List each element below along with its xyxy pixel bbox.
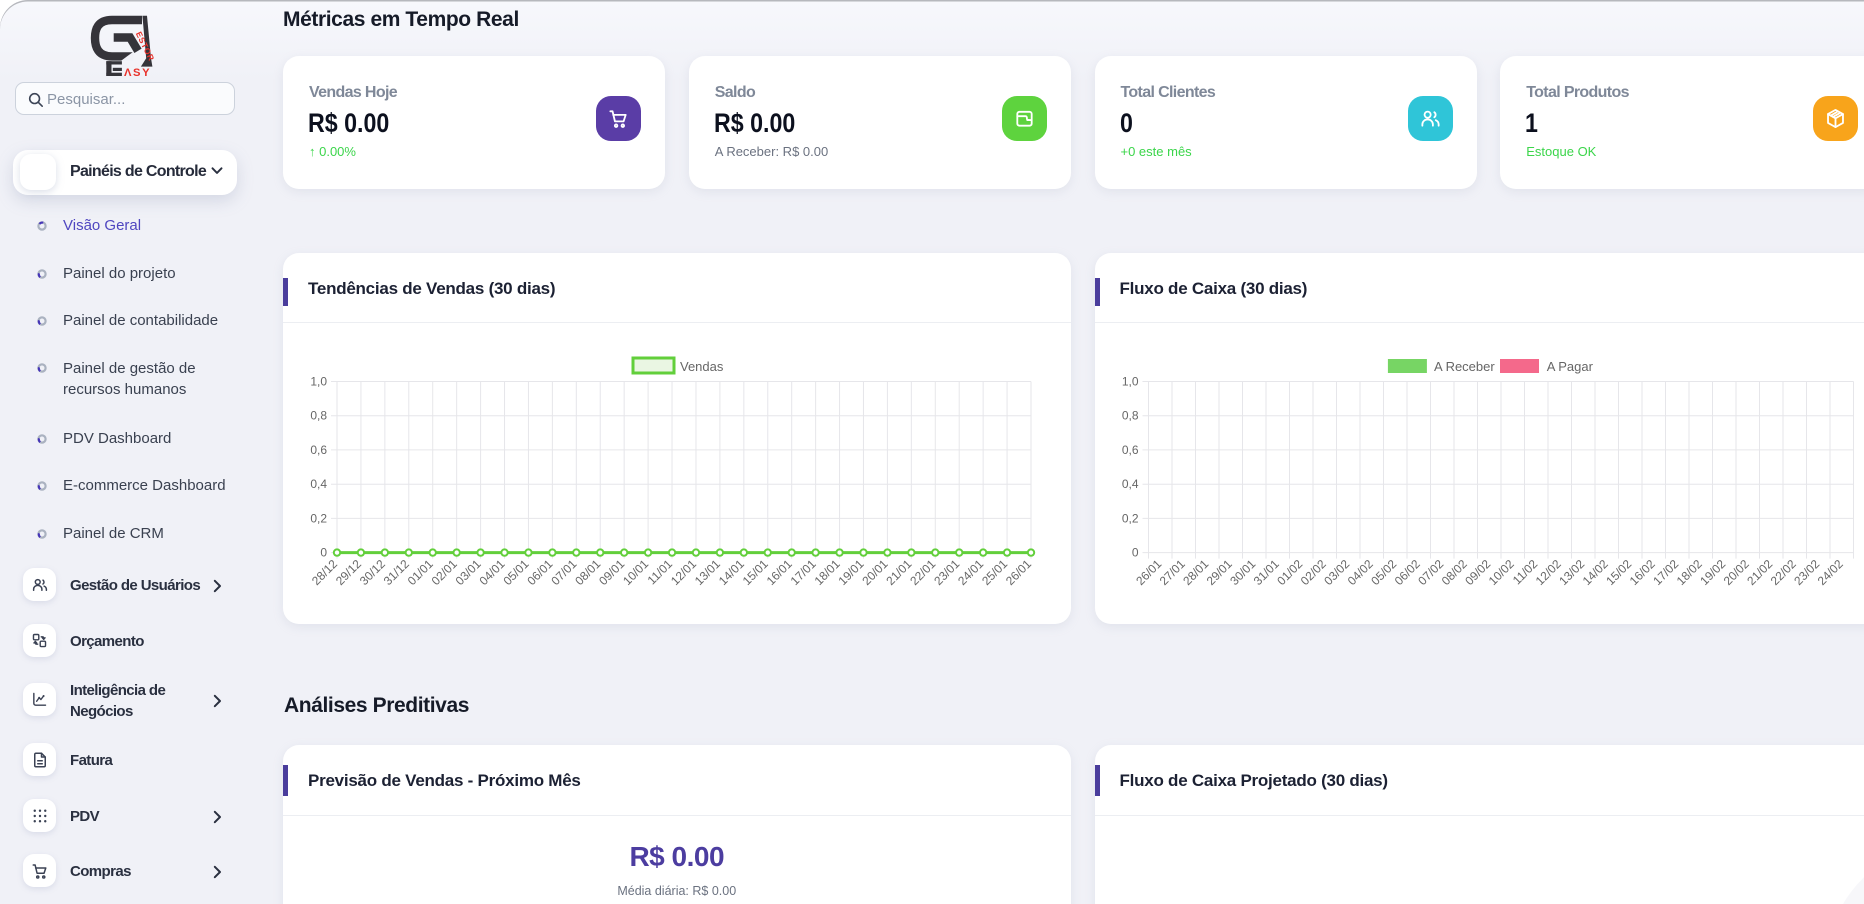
svg-text:21/02: 21/02 xyxy=(1744,557,1775,588)
svg-text:08/01: 08/01 xyxy=(572,557,603,588)
svg-text:27/01: 27/01 xyxy=(1156,557,1187,588)
svg-text:20/02: 20/02 xyxy=(1720,557,1751,588)
svg-text:14/02: 14/02 xyxy=(1579,557,1610,588)
svg-text:16/02: 16/02 xyxy=(1626,557,1657,588)
svg-text:0,8: 0,8 xyxy=(1121,409,1138,423)
svg-text:31/12: 31/12 xyxy=(381,557,412,588)
svg-text:23/02: 23/02 xyxy=(1791,557,1822,588)
svg-text:19/02: 19/02 xyxy=(1697,557,1728,588)
svg-text:25/01: 25/01 xyxy=(979,557,1010,588)
svg-text:10/02: 10/02 xyxy=(1485,557,1516,588)
svg-text:03/02: 03/02 xyxy=(1321,557,1352,588)
svg-text:22/01: 22/01 xyxy=(907,557,938,588)
svg-text:15/02: 15/02 xyxy=(1603,557,1634,588)
svg-text:16/01: 16/01 xyxy=(764,557,795,588)
svg-text:02/01: 02/01 xyxy=(429,557,460,588)
svg-text:A Pagar: A Pagar xyxy=(1546,359,1593,374)
svg-text:29/01: 29/01 xyxy=(1203,557,1234,588)
svg-text:30/01: 30/01 xyxy=(1227,557,1258,588)
svg-text:06/02: 06/02 xyxy=(1391,557,1422,588)
svg-text:23/01: 23/01 xyxy=(931,557,962,588)
svg-text:28/12: 28/12 xyxy=(309,557,340,588)
svg-text:24/02: 24/02 xyxy=(1814,557,1845,588)
svg-text:21/01: 21/01 xyxy=(883,557,914,588)
svg-text:0: 0 xyxy=(320,546,327,560)
svg-text:09/01: 09/01 xyxy=(596,557,627,588)
svg-text:13/02: 13/02 xyxy=(1556,557,1587,588)
svg-text:22/02: 22/02 xyxy=(1767,557,1798,588)
svg-text:07/01: 07/01 xyxy=(548,557,579,588)
svg-text:0,8: 0,8 xyxy=(310,409,327,423)
svg-text:0,6: 0,6 xyxy=(1121,443,1138,457)
svg-text:19/01: 19/01 xyxy=(835,557,866,588)
svg-text:09/02: 09/02 xyxy=(1462,557,1493,588)
svg-text:20/01: 20/01 xyxy=(859,557,890,588)
svg-text:03/01: 03/01 xyxy=(453,557,484,588)
svg-text:24/01: 24/01 xyxy=(955,557,986,588)
svg-text:12/02: 12/02 xyxy=(1532,557,1563,588)
svg-text:31/01: 31/01 xyxy=(1250,557,1281,588)
svg-text:A Receber: A Receber xyxy=(1434,359,1495,374)
svg-text:12/01: 12/01 xyxy=(668,557,699,588)
svg-text:1,0: 1,0 xyxy=(310,375,327,389)
svg-text:07/02: 07/02 xyxy=(1415,557,1446,588)
svg-text:28/01: 28/01 xyxy=(1180,557,1211,588)
svg-text:0,4: 0,4 xyxy=(1121,477,1138,491)
svg-text:14/01: 14/01 xyxy=(716,557,747,588)
svg-text:17/01: 17/01 xyxy=(788,557,819,588)
svg-text:Vendas: Vendas xyxy=(680,359,724,374)
svg-text:29/12: 29/12 xyxy=(333,557,364,588)
svg-text:15/01: 15/01 xyxy=(740,557,771,588)
svg-text:05/01: 05/01 xyxy=(500,557,531,588)
svg-text:11/01: 11/01 xyxy=(645,557,676,588)
svg-text:26/01: 26/01 xyxy=(1133,557,1164,588)
svg-text:04/01: 04/01 xyxy=(477,557,508,588)
svg-text:11/02: 11/02 xyxy=(1509,557,1540,588)
svg-text:ΛSY: ΛSY xyxy=(124,67,151,79)
svg-text:01/01: 01/01 xyxy=(405,557,436,588)
svg-text:0,2: 0,2 xyxy=(1121,511,1138,525)
svg-text:0,4: 0,4 xyxy=(310,477,327,491)
svg-text:04/02: 04/02 xyxy=(1344,557,1375,588)
svg-text:1,0: 1,0 xyxy=(1121,375,1138,389)
svg-text:0: 0 xyxy=(1131,546,1138,560)
svg-text:13/01: 13/01 xyxy=(692,557,723,588)
svg-text:17/02: 17/02 xyxy=(1650,557,1681,588)
svg-text:18/01: 18/01 xyxy=(812,557,843,588)
svg-text:10/01: 10/01 xyxy=(620,557,651,588)
svg-text:26/01: 26/01 xyxy=(1003,557,1034,588)
svg-text:05/02: 05/02 xyxy=(1368,557,1399,588)
svg-text:01/02: 01/02 xyxy=(1274,557,1305,588)
svg-text:02/02: 02/02 xyxy=(1297,557,1328,588)
svg-text:0,2: 0,2 xyxy=(310,511,327,525)
svg-text:30/12: 30/12 xyxy=(357,557,388,588)
svg-text:18/02: 18/02 xyxy=(1673,557,1704,588)
svg-text:06/01: 06/01 xyxy=(524,557,555,588)
svg-text:0,6: 0,6 xyxy=(310,443,327,457)
svg-text:08/02: 08/02 xyxy=(1438,557,1469,588)
